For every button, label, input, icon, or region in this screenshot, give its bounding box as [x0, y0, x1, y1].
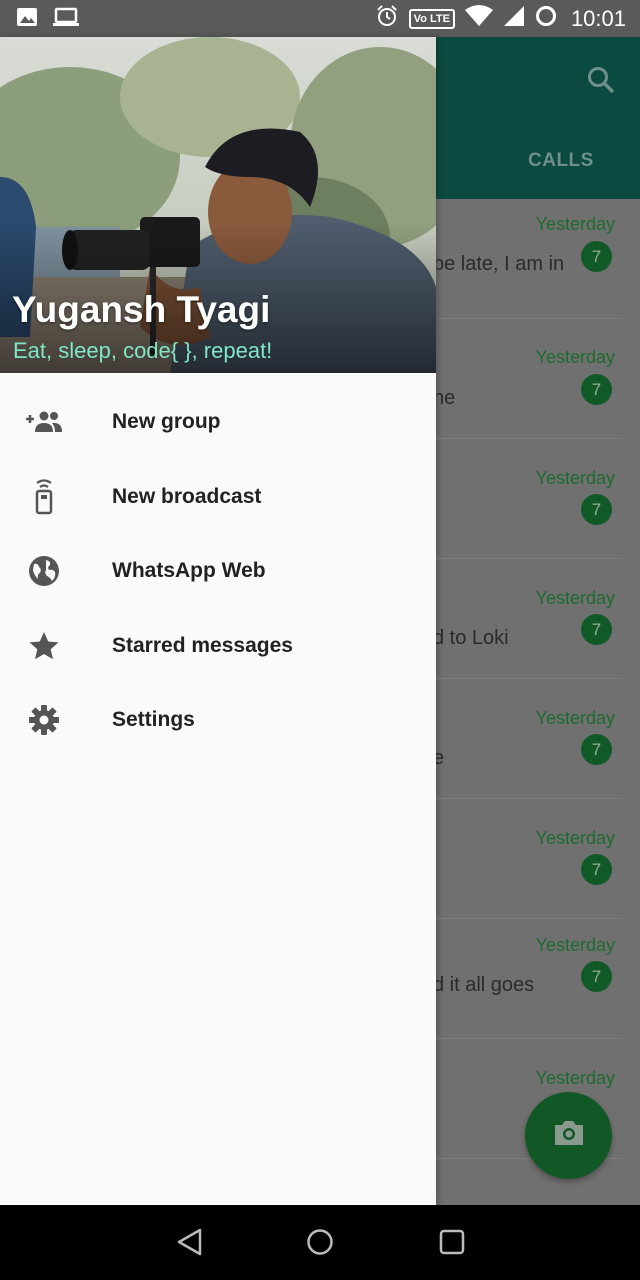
chat-time: Yesterday — [535, 588, 615, 608]
menu-item-whatsapp-web[interactable]: WhatsApp Web — [0, 535, 436, 610]
alarm-icon — [375, 4, 399, 33]
profile-status: Eat, sleep, code{ }, repeat! — [13, 338, 273, 363]
chat-preview: d it all goes — [433, 974, 535, 996]
broadcast-icon — [24, 478, 64, 515]
back-button[interactable] — [175, 1227, 205, 1262]
unread-badge: 7 — [581, 494, 612, 525]
camera-fab[interactable] — [525, 1092, 612, 1179]
navigation-drawer: Yugansh Tyagi Eat, sleep, code{ }, repea… — [0, 37, 436, 1205]
unread-badge: 7 — [581, 961, 612, 992]
home-button[interactable] — [305, 1227, 335, 1262]
battery-icon — [535, 5, 557, 32]
gear-icon — [24, 702, 64, 738]
menu-label: Starred messages — [112, 633, 293, 657]
volte-icon: Vo LTE — [408, 8, 455, 29]
menu-item-starred-messages[interactable]: Starred messages — [0, 610, 436, 685]
image-icon — [16, 6, 38, 33]
star-icon — [24, 628, 64, 664]
unread-badge: 7 — [581, 374, 612, 405]
tab-calls[interactable]: CALLS — [528, 150, 594, 172]
menu-label: WhatsApp Web — [112, 559, 266, 583]
recents-button[interactable] — [437, 1227, 467, 1262]
search-icon[interactable] — [586, 65, 616, 100]
chat-time: Yesterday — [535, 1068, 615, 1088]
drawer-header[interactable]: Yugansh Tyagi Eat, sleep, code{ }, repea… — [0, 37, 436, 373]
unread-badge: 7 — [581, 241, 612, 272]
unread-badge: 7 — [581, 614, 612, 645]
menu-label: New group — [112, 410, 221, 433]
profile-name: Yugansh Tyagi — [12, 289, 271, 330]
chat-preview: ne — [433, 387, 456, 409]
chat-preview: d to Loki — [433, 627, 509, 649]
camera-icon — [552, 1118, 586, 1153]
menu-item-new-group[interactable]: New group — [0, 386, 436, 461]
signal-icon — [503, 5, 525, 32]
status-bar: Vo LTE 10:01 — [0, 0, 640, 37]
add-group-icon — [24, 404, 64, 440]
clock: 10:01 — [570, 5, 626, 31]
chat-time: Yesterday — [535, 708, 615, 728]
unread-badge: 7 — [581, 854, 612, 885]
chat-time: Yesterday — [535, 935, 615, 955]
chat-time: Yesterday — [535, 347, 615, 367]
laptop-icon — [52, 6, 80, 33]
drawer-menu: New group New broadcast WhatsApp Web Sta… — [0, 386, 436, 759]
menu-item-new-broadcast[interactable]: New broadcast — [0, 461, 436, 536]
unread-badge: 7 — [581, 734, 612, 765]
chat-preview: be late, I am in — [433, 253, 565, 275]
wifi-icon — [464, 5, 493, 32]
menu-label: Settings — [112, 708, 195, 732]
chat-time: Yesterday — [535, 214, 615, 234]
globe-icon — [24, 553, 64, 589]
chat-time: Yesterday — [535, 828, 615, 848]
chat-time: Yesterday — [535, 468, 615, 488]
menu-item-settings[interactable]: Settings — [0, 684, 436, 759]
system-navigation-bar — [0, 1205, 640, 1280]
menu-label: New broadcast — [112, 484, 262, 508]
